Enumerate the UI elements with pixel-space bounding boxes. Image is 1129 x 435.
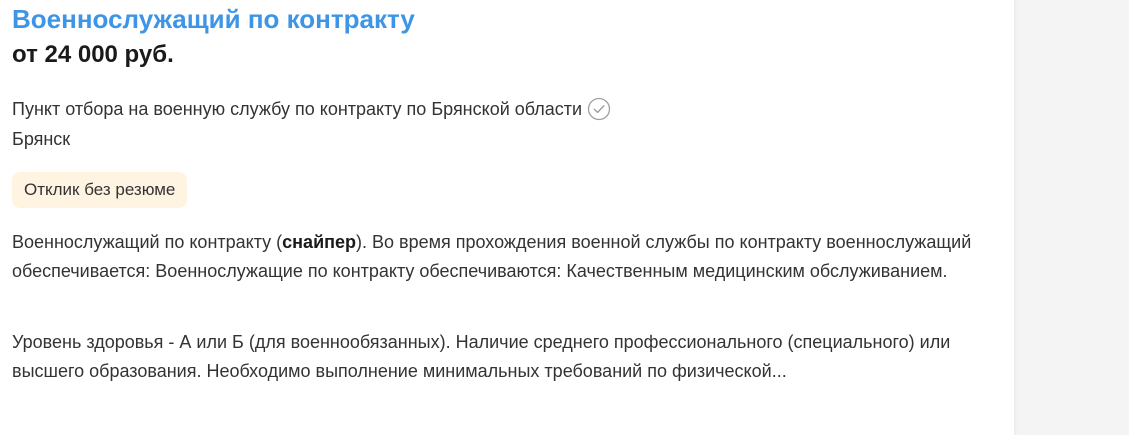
vacancy-salary: от 24 000 руб. — [12, 41, 174, 68]
vacancy-title-link[interactable]: Военнослужащий по контракту — [12, 3, 415, 35]
vacancy-responsibility-snippet: Военнослужащий по контракту (снайпер). В… — [12, 228, 1002, 286]
no-resume-badge: Отклик без резюме — [12, 172, 188, 208]
employer-name-link[interactable]: Пункт отбора на военную службу по контра… — [12, 96, 582, 122]
employer-row: Пункт отбора на военную службу по контра… — [12, 96, 611, 122]
vacancy-requirement-snippet: Уровень здоровья - А или Б (для военнооб… — [12, 332, 951, 381]
snippet-text-before: Военнослужащий по контракту ( — [12, 232, 283, 252]
vacancy-card[interactable]: Военнослужащий по контракту от 24 000 ру… — [0, 0, 1014, 435]
card-edge-shadow — [1014, 0, 1018, 435]
snippet-highlight: снайпер — [282, 232, 357, 252]
vacancy-city: Брянск — [12, 129, 71, 149]
verified-check-circle-icon — [587, 97, 611, 121]
